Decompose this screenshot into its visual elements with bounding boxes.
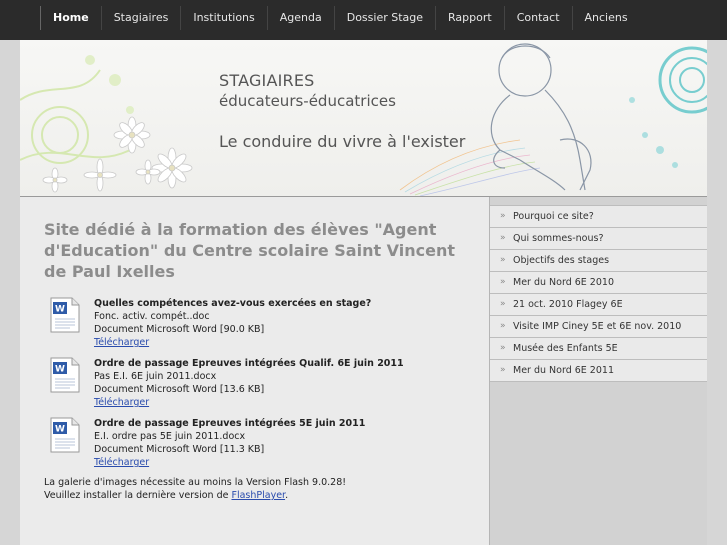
main-nav: Home Stagiaires Institutions Agenda Doss… bbox=[40, 6, 640, 30]
double-arrow-icon: » bbox=[500, 321, 506, 331]
sidebar-item-mer-du-nord-2011[interactable]: » Mer du Nord 6E 2011 bbox=[490, 360, 707, 382]
document-title: Ordre de passage Epreuves intégrées 5E j… bbox=[94, 418, 366, 429]
nav-stagiaires[interactable]: Stagiaires bbox=[100, 6, 181, 30]
download-link[interactable]: Télécharger bbox=[94, 336, 371, 349]
header-illustration bbox=[20, 43, 707, 196]
sidebar-item-label: Objectifs des stages bbox=[513, 255, 610, 266]
double-arrow-icon: » bbox=[500, 233, 506, 243]
nav-agenda[interactable]: Agenda bbox=[266, 6, 334, 30]
sidebar-item-label: Mer du Nord 6E 2010 bbox=[513, 277, 614, 288]
flash-install-line: Veuillez installer la dernière version d… bbox=[44, 489, 346, 502]
page-container: STAGIAIRES éducateurs-éducatrices Le con… bbox=[20, 40, 707, 545]
double-arrow-icon: » bbox=[500, 299, 506, 309]
nav-rapport[interactable]: Rapport bbox=[435, 6, 504, 30]
svg-text:W: W bbox=[55, 305, 65, 315]
sidebar-item-visite-imp-ciney[interactable]: » Visite IMP Ciney 5E et 6E nov. 2010 bbox=[490, 316, 707, 338]
double-arrow-icon: » bbox=[500, 365, 506, 375]
double-arrow-icon: » bbox=[500, 255, 506, 265]
document-info: Document Microsoft Word [13.6 KB] bbox=[94, 384, 265, 395]
sidebar-item-label: Visite IMP Ciney 5E et 6E nov. 2010 bbox=[513, 321, 682, 332]
nav-anciens[interactable]: Anciens bbox=[571, 6, 640, 30]
sidebar-item-label: 21 oct. 2010 Flagey 6E bbox=[513, 299, 623, 310]
document-title: Quelles compétences avez-vous exercées e… bbox=[94, 298, 372, 309]
sidebar-item-flagey[interactable]: » 21 oct. 2010 Flagey 6E bbox=[490, 294, 707, 316]
main-content: Site dédié à la formation des élèves "Ag… bbox=[20, 197, 490, 545]
flash-notice-line: La galerie d'images nécessite au moins l… bbox=[44, 477, 347, 488]
sidebar-item-pourquoi-ce-site[interactable]: » Pourquoi ce site? bbox=[490, 206, 707, 228]
download-link[interactable]: Télécharger bbox=[94, 456, 365, 469]
sidebar-item-mer-du-nord-2010[interactable]: » Mer du Nord 6E 2010 bbox=[490, 272, 707, 294]
flashplayer-link[interactable]: FlashPlayer bbox=[231, 490, 285, 501]
document-filename: Pas E.I. 6E juin 2011.docx bbox=[94, 371, 217, 382]
sidebar-item-objectifs-des-stages[interactable]: » Objectifs des stages bbox=[490, 250, 707, 272]
document-filename: Fonc. activ. compét..doc bbox=[94, 311, 210, 322]
document-details: Quelles compétences avez-vous exercées e… bbox=[94, 297, 371, 349]
nav-contact[interactable]: Contact bbox=[503, 6, 572, 30]
sidebar-menu: » Pourquoi ce site? » Qui sommes-nous? » Ob… bbox=[490, 205, 707, 382]
word-document-icon[interactable]: W bbox=[50, 297, 80, 333]
sidebar-item-label: Pourquoi ce site? bbox=[513, 211, 594, 222]
document-details: Ordre de passage Epreuves intégrées 5E j… bbox=[94, 417, 365, 469]
document-filename: E.I. ordre pas 5E juin 2011.docx bbox=[94, 431, 246, 442]
header-subtitle: éducateurs-éducatrices bbox=[219, 92, 396, 110]
flash-install-suffix: . bbox=[285, 490, 289, 501]
top-navigation-bar: Home Stagiaires Institutions Agenda Doss… bbox=[0, 0, 727, 40]
word-document-icon[interactable]: W bbox=[50, 417, 80, 453]
double-arrow-icon: » bbox=[500, 277, 506, 287]
flash-notice: La galerie d'images nécessite au moins l… bbox=[44, 476, 346, 502]
nav-institutions[interactable]: Institutions bbox=[180, 6, 266, 30]
document-info: Document Microsoft Word [11.3 KB] bbox=[94, 444, 265, 455]
sidebar-item-qui-sommes-nous[interactable]: » Qui sommes-nous? bbox=[490, 228, 707, 250]
document-title: Ordre de passage Epreuves intégrées Qual… bbox=[94, 358, 404, 369]
download-link[interactable]: Télécharger bbox=[94, 396, 404, 409]
nav-home[interactable]: Home bbox=[40, 6, 101, 30]
sidebar-item-musee-des-enfants[interactable]: » Musée des Enfants 5E bbox=[490, 338, 707, 360]
svg-text:W: W bbox=[55, 425, 65, 435]
sidebar: » Pourquoi ce site? » Qui sommes-nous? » Ob… bbox=[490, 197, 707, 545]
flash-install-text: Veuillez installer la dernière version d… bbox=[44, 490, 232, 501]
double-arrow-icon: » bbox=[500, 211, 506, 221]
sidebar-item-label: Mer du Nord 6E 2011 bbox=[513, 365, 614, 376]
page-headline: Site dédié à la formation des élèves "Ag… bbox=[44, 220, 456, 281]
document-details: Ordre de passage Epreuves intégrées Qual… bbox=[94, 357, 404, 409]
header-title: STAGIAIRES bbox=[219, 71, 315, 90]
sidebar-item-label: Musée des Enfants 5E bbox=[513, 343, 618, 354]
header-banner: STAGIAIRES éducateurs-éducatrices Le con… bbox=[20, 40, 707, 197]
header-tagline: Le conduire du vivre à l'exister bbox=[219, 132, 466, 151]
nav-dossier-stage[interactable]: Dossier Stage bbox=[333, 6, 435, 30]
word-document-icon[interactable]: W bbox=[50, 357, 80, 393]
svg-text:W: W bbox=[55, 365, 65, 375]
double-arrow-icon: » bbox=[500, 343, 506, 353]
document-info: Document Microsoft Word [90.0 KB] bbox=[94, 324, 265, 335]
sidebar-item-label: Qui sommes-nous? bbox=[513, 233, 604, 244]
